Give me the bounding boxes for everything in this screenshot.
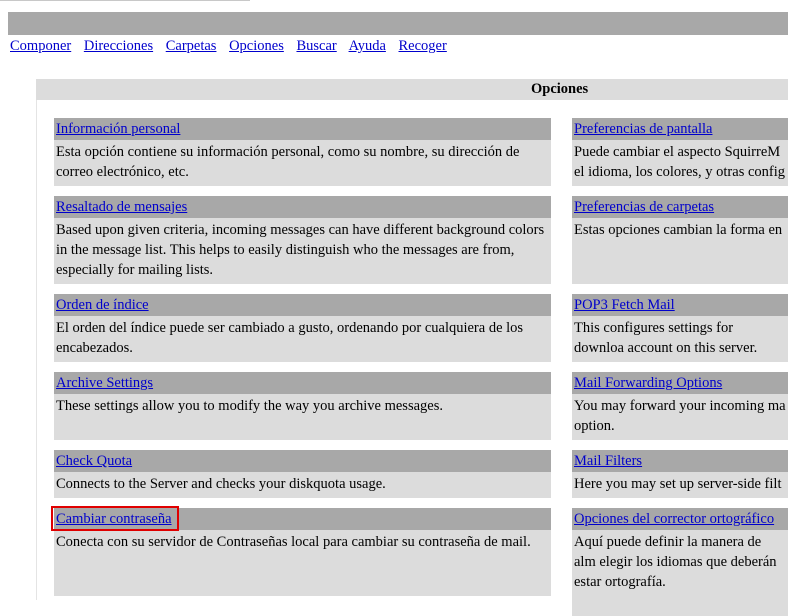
option-card-archive-settings: Archive Settings These settings allow yo… (54, 372, 551, 440)
option-card-header: POP3 Fetch Mail (572, 294, 788, 316)
option-card-index-order: Orden de índice El orden del índice pued… (54, 294, 551, 362)
option-card-description: Here you may set up server-side filt (572, 472, 788, 498)
option-card-header: Preferencias de pantalla (572, 118, 788, 140)
option-card-header: Opciones del corrector ortográfico (572, 508, 788, 530)
option-card-description: Esta opción contiene su información pers… (54, 140, 551, 186)
main-menu: Componer Direcciones Carpetas Opciones B… (10, 38, 456, 55)
display-preferences-link[interactable]: Preferencias de pantalla (574, 121, 712, 137)
folder-preferences-link[interactable]: Preferencias de carpetas (574, 199, 714, 215)
options-header-bar (36, 79, 788, 100)
menu-carpetas[interactable]: Carpetas (166, 38, 217, 54)
option-card-display-preferences: Preferencias de pantalla Puede cambiar e… (572, 118, 788, 186)
option-card-header: Check Quota (54, 450, 551, 472)
menu-opciones[interactable]: Opciones (229, 38, 284, 54)
menu-buscar[interactable]: Buscar (296, 38, 336, 54)
option-card-description: Connects to the Server and checks your d… (54, 472, 551, 498)
pop3-fetch-mail-link[interactable]: POP3 Fetch Mail (574, 297, 675, 313)
menu-ayuda[interactable]: Ayuda (349, 38, 386, 54)
mail-forwarding-link[interactable]: Mail Forwarding Options (574, 375, 722, 391)
check-quota-link[interactable]: Check Quota (56, 453, 132, 469)
option-card-header: Orden de índice (54, 294, 551, 316)
option-card-description: This configures settings for downloa acc… (572, 316, 788, 362)
window-top-edge (0, 0, 250, 3)
option-card-description: Estas opciones cambian la forma en (572, 218, 788, 284)
option-card-description: Conecta con su servidor de Contraseñas l… (54, 530, 551, 596)
menu-direcciones[interactable]: Direcciones (84, 38, 153, 54)
option-card-personal-info: Información personal Esta opción contien… (54, 118, 551, 186)
option-card-message-highlighting: Resaltado de mensajes Based upon given c… (54, 196, 551, 284)
option-card-header: Mail Filters (572, 450, 788, 472)
option-card-header: Preferencias de carpetas (572, 196, 788, 218)
index-order-link[interactable]: Orden de índice (56, 297, 149, 313)
option-card-header: Archive Settings (54, 372, 551, 394)
option-card-folder-preferences: Preferencias de carpetas Estas opciones … (572, 196, 788, 284)
option-card-header: Resaltado de mensajes (54, 196, 551, 218)
menu-componer[interactable]: Componer (10, 38, 71, 54)
title-bar (8, 12, 788, 35)
option-card-pop3-fetch-mail: POP3 Fetch Mail This configures settings… (572, 294, 788, 362)
option-card-header: Información personal (54, 118, 551, 140)
personal-info-link[interactable]: Información personal (56, 121, 180, 137)
spellcheck-options-link[interactable]: Opciones del corrector ortográfico (574, 511, 774, 527)
option-card-description: You may forward your incoming ma option. (572, 394, 788, 440)
option-card-mail-filters: Mail Filters Here you may set up server-… (572, 450, 788, 498)
options-title: Opciones (531, 81, 589, 97)
archive-settings-link[interactable]: Archive Settings (56, 375, 153, 391)
highlight-box (51, 506, 179, 531)
option-card-mail-forwarding: Mail Forwarding Options You may forward … (572, 372, 788, 440)
option-card-description: Based upon given criteria, incoming mess… (54, 218, 551, 284)
menu-recoger[interactable]: Recoger (399, 38, 447, 54)
option-card-check-quota: Check Quota Connects to the Server and c… (54, 450, 551, 498)
message-highlighting-link[interactable]: Resaltado de mensajes (56, 199, 187, 215)
mail-filters-link[interactable]: Mail Filters (574, 453, 642, 469)
option-card-description: El orden del índice puede ser cambiado a… (54, 316, 551, 362)
option-card-header: Mail Forwarding Options (572, 372, 788, 394)
option-card-description: Aquí puede definir la manera de alm eleg… (572, 530, 788, 616)
option-card-description: Puede cambiar el aspecto SquirreM el idi… (572, 140, 788, 186)
option-card-description: These settings allow you to modify the w… (54, 394, 551, 440)
